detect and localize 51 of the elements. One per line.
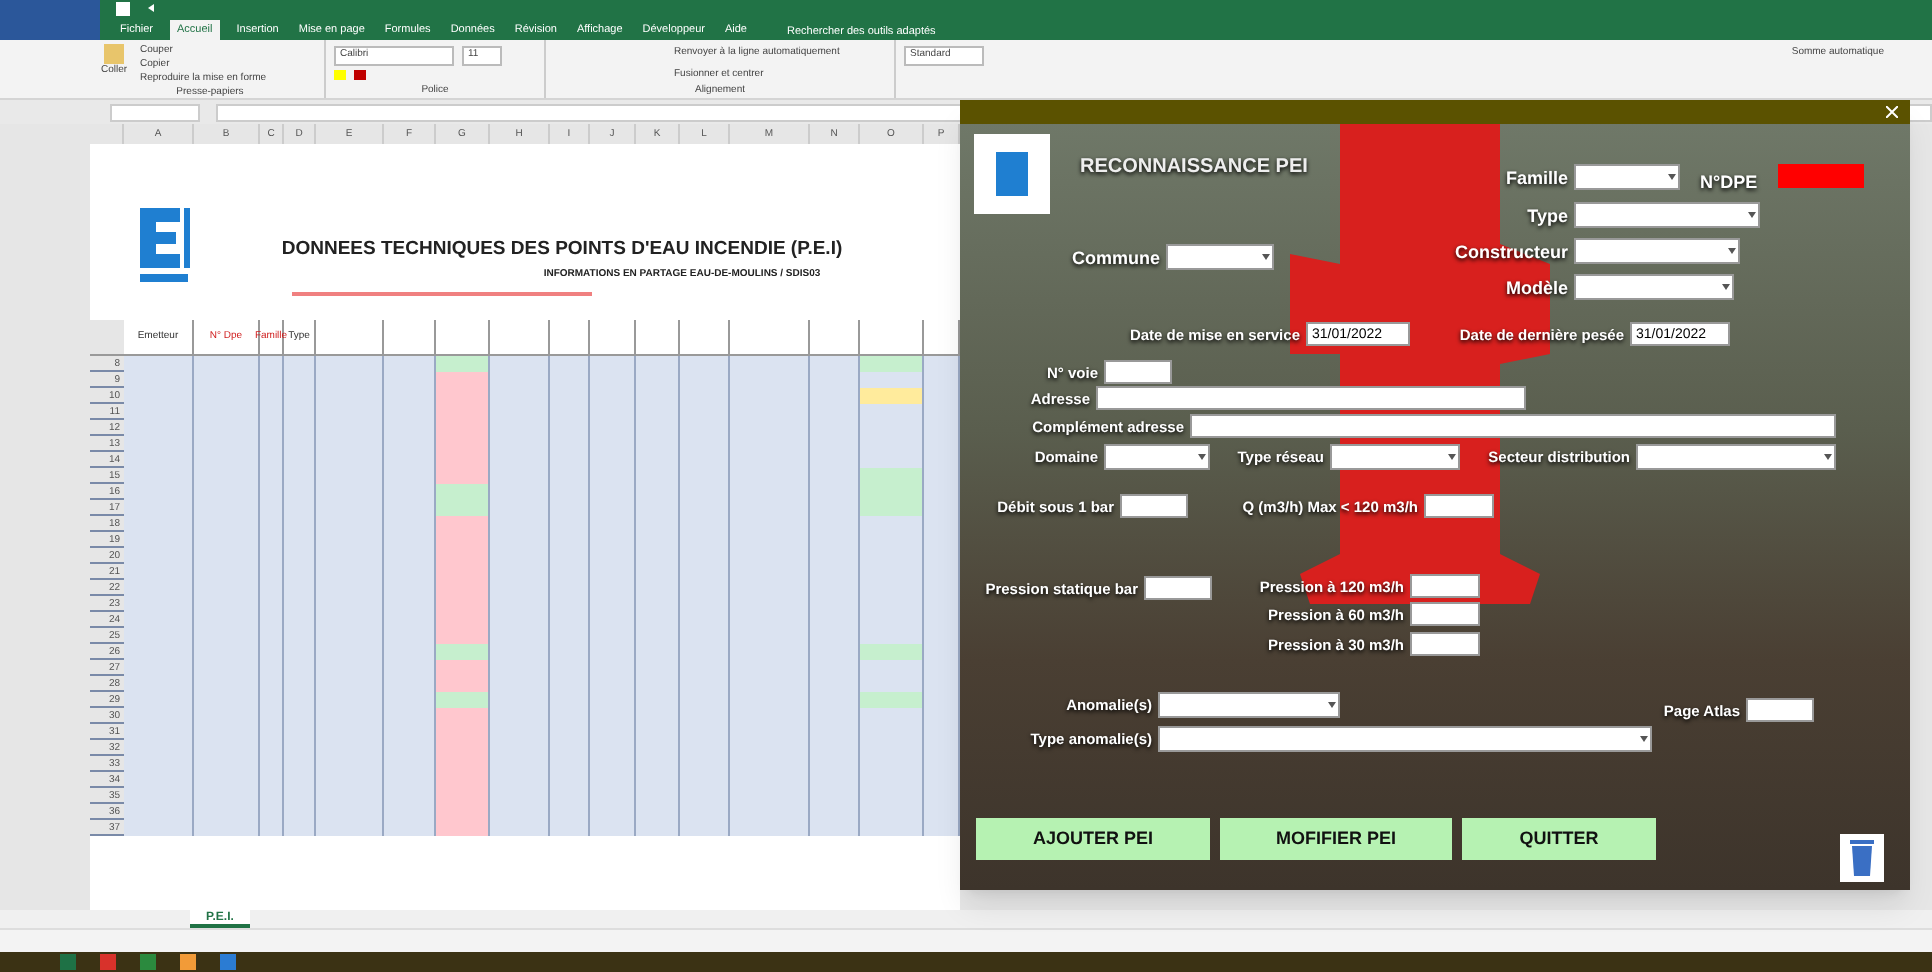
caret-icon [1748,212,1756,218]
dropdown-field[interactable] [1104,444,1210,470]
form-button[interactable]: QUITTER [1462,818,1656,860]
input-field[interactable] [1424,494,1494,518]
input-field[interactable] [1096,386,1526,410]
input-field[interactable] [1104,360,1172,384]
caret-icon [1728,248,1736,254]
sheet-title: DONNEES TECHNIQUES DES POINTS D'EAU INCENDIE (P.E.I) [281,236,843,264]
input-field[interactable] [1410,574,1480,598]
dropdown-field[interactable] [1574,164,1680,190]
input-field[interactable] [1410,602,1480,626]
dpe-label: N°DPE [1700,170,1758,196]
field-label: Commune [1071,246,1160,272]
dropdown-field[interactable] [1158,726,1652,752]
row-header-cell [90,320,124,354]
field-label: Type [1527,204,1568,230]
dropdown-field[interactable] [1330,444,1460,470]
app-corner [0,0,100,40]
dropdown-field[interactable] [1158,692,1340,718]
form-button[interactable]: MOFIFIER PEI [1220,818,1452,860]
caret-icon [1824,454,1832,460]
caret-icon [1328,702,1336,708]
field-label: Constructeur [1454,240,1568,266]
field-label: Modèle [1505,276,1568,302]
recycle-bin-icon[interactable] [1840,834,1884,882]
close-icon[interactable] [1886,106,1898,118]
caret-icon [1262,254,1270,260]
input-field[interactable] [1410,632,1480,656]
form-button[interactable]: AJOUTER PEI [976,818,1210,860]
form-heading: RECONNAISSANCE PEI [1080,154,1308,182]
dropdown-field[interactable] [1574,238,1740,264]
caret-icon [1640,736,1648,742]
dropdown-field[interactable] [1574,274,1734,300]
caret-icon [1198,454,1206,460]
fill-color-icon[interactable] [334,69,346,79]
input-field[interactable] [1144,576,1212,600]
font-color-icon[interactable] [354,69,366,79]
input-field[interactable] [1120,494,1188,518]
input-field[interactable] [1190,414,1836,438]
dropdown-field[interactable] [1574,202,1760,228]
field-label: Famille [1505,166,1568,192]
dropdown-field[interactable] [1166,244,1274,270]
logo-icon [974,134,1050,214]
caret-icon [1668,174,1676,180]
caret-icon [1448,454,1456,460]
dropdown-field[interactable] [1636,444,1836,470]
clipboard-icon [104,44,124,64]
caret-icon [1722,284,1730,290]
logo-icon [136,204,192,284]
input-field[interactable] [1746,698,1814,722]
name-box[interactable] [110,103,200,121]
